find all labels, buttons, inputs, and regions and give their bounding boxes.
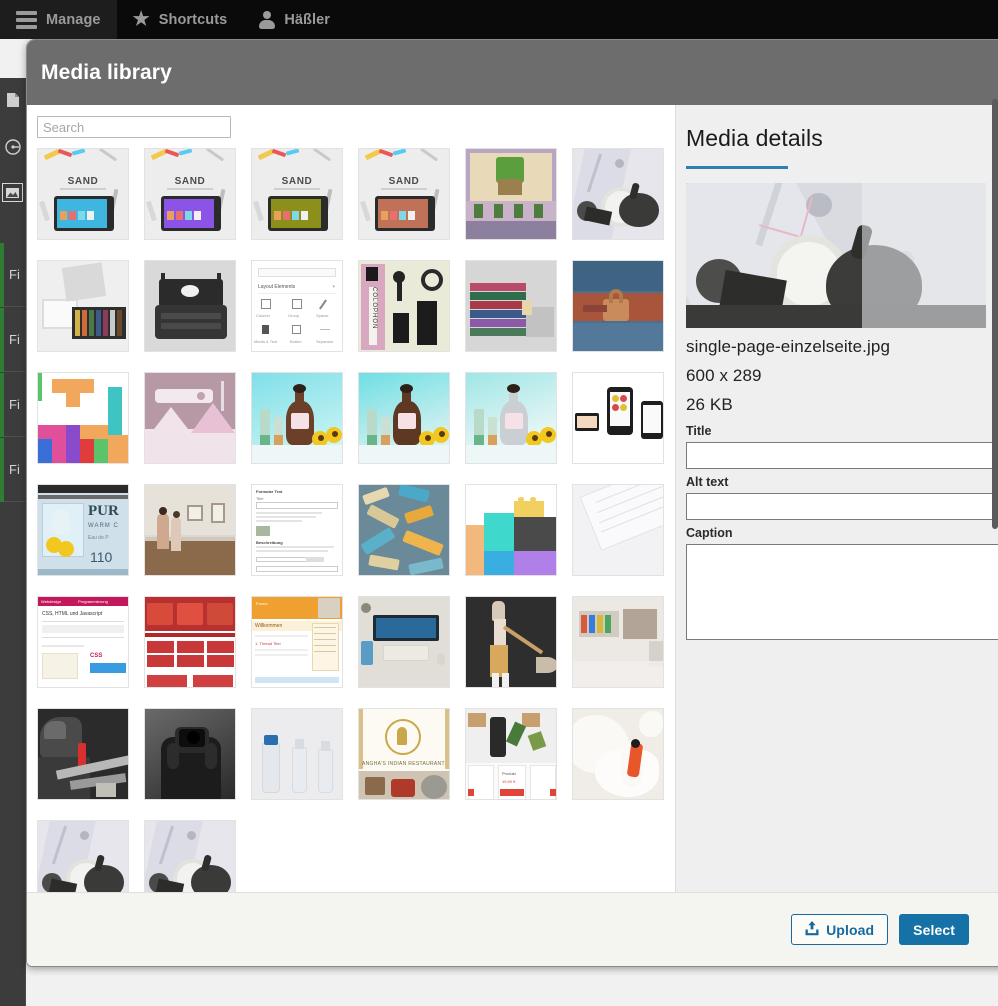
caption-label: Caption — [686, 526, 733, 540]
status-bar — [0, 373, 4, 437]
media-details-heading: Media details — [686, 125, 823, 151]
media-thumbnail[interactable] — [144, 372, 236, 464]
media-thumbnail[interactable] — [572, 148, 664, 240]
page-title: Media library — [41, 60, 172, 84]
scrollbar-thumb[interactable] — [992, 99, 998, 529]
status-bar — [0, 438, 4, 502]
star-icon: ★ — [132, 9, 150, 30]
status-bar — [0, 243, 4, 307]
media-thumbnail[interactable] — [251, 372, 343, 464]
page-icon[interactable] — [4, 91, 22, 109]
media-details-pane: Media details single-page-einzelseite.jp… — [675, 105, 998, 933]
media-thumbnail[interactable]: Formular Text Titel Beschreibung — [251, 484, 343, 576]
media-thumbnail[interactable]: SAND — [144, 148, 236, 240]
media-grid-pane: SAND SAND — [27, 105, 675, 933]
status-bar — [0, 308, 4, 372]
globe-icon[interactable] — [4, 138, 22, 156]
media-thumbnail[interactable] — [465, 148, 557, 240]
alt-text-label: Alt text — [686, 475, 729, 489]
adminbar-item-manage[interactable]: Manage — [0, 0, 117, 39]
alt-text-field[interactable] — [686, 493, 998, 520]
media-preview-image — [686, 183, 986, 328]
adminbar-item-label: Manage — [46, 11, 101, 28]
media-thumbnail[interactable]: Webdesign Programmierung CSS, HTML und J… — [37, 596, 129, 688]
dialog-footer: Upload Select — [27, 892, 998, 966]
list-item[interactable]: Fi — [0, 438, 26, 502]
adminbar-item-user[interactable]: Häßler — [243, 0, 346, 39]
adminbar-item-label: Häßler — [284, 11, 331, 28]
title-label: Title — [686, 424, 712, 438]
media-thumbnail[interactable]: Forum Willkommen 1. Thread Titel — [251, 596, 343, 688]
list-item-label: Fi — [9, 267, 20, 282]
list-item-label: Fi — [9, 397, 20, 412]
dialog-body: SAND SAND — [27, 105, 998, 933]
media-thumbnail[interactable]: Produkt 19,90 € — [465, 708, 557, 800]
adminbar-item-label: Shortcuts — [158, 11, 228, 28]
media-thumbnail[interactable] — [465, 484, 557, 576]
media-thumbnail[interactable] — [358, 484, 450, 576]
list-item-label: Fi — [9, 332, 20, 347]
upload-button[interactable]: Upload — [791, 914, 889, 945]
media-thumbnail[interactable] — [465, 596, 557, 688]
select-button-label: Select — [913, 921, 955, 938]
list-item[interactable]: Fi — [0, 308, 26, 372]
media-filename: single-page-einzelseite.jpg — [686, 337, 890, 356]
select-button[interactable]: Select — [899, 914, 969, 945]
title-field[interactable] — [686, 442, 998, 469]
media-thumbnail[interactable] — [37, 708, 129, 800]
media-library-dialog: Media library SAND — [26, 39, 998, 967]
list-item-label: Fi — [9, 462, 20, 477]
media-dimensions: 600 x 289 — [686, 366, 762, 385]
media-thumbnail[interactable] — [37, 372, 129, 464]
media-thumbnail[interactable]: SAND — [358, 148, 450, 240]
hamburger-icon — [16, 8, 37, 32]
media-thumbnail[interactable] — [37, 260, 129, 352]
list-item[interactable]: Fi — [0, 243, 26, 307]
media-thumbnail[interactable] — [572, 708, 664, 800]
list-item[interactable]: Fi — [0, 373, 26, 437]
image-icon[interactable] — [2, 183, 23, 202]
media-filesize: 26 KB — [686, 395, 733, 414]
media-thumbnail[interactable]: PUR WARM C Eau de P 110 — [37, 484, 129, 576]
upload-button-label: Upload — [826, 921, 875, 938]
media-thumbnail[interactable] — [144, 596, 236, 688]
upload-icon — [805, 920, 819, 939]
media-thumbnail[interactable] — [144, 484, 236, 576]
media-thumbnail[interactable] — [358, 596, 450, 688]
media-thumbnail[interactable] — [572, 596, 664, 688]
media-thumbnail[interactable] — [144, 708, 236, 800]
dialog-header: Media library — [27, 40, 998, 105]
media-thumbnail[interactable] — [572, 260, 664, 352]
adminbar-item-shortcuts[interactable]: ★ Shortcuts — [117, 0, 244, 39]
media-thumbnail-grid: SAND SAND SAND SAND Layout Elements ▾ Co… — [37, 148, 665, 912]
media-thumbnail[interactable] — [358, 372, 450, 464]
media-thumbnail[interactable]: SAND — [37, 148, 129, 240]
accent-divider — [686, 166, 788, 169]
admin-bar: Manage ★ Shortcuts Häßler — [0, 0, 998, 39]
media-thumbnail[interactable]: COLOPHON — [358, 260, 450, 352]
user-icon — [259, 11, 276, 29]
media-thumbnail[interactable] — [572, 372, 664, 464]
media-thumbnail[interactable] — [572, 484, 664, 576]
media-thumbnail[interactable] — [144, 260, 236, 352]
media-thumbnail[interactable] — [465, 372, 557, 464]
media-thumbnail[interactable]: ANGHA'S INDIAN RESTAURANT — [358, 708, 450, 800]
media-thumbnail[interactable] — [251, 708, 343, 800]
search-input[interactable] — [37, 116, 231, 138]
media-thumbnail[interactable] — [465, 260, 557, 352]
media-thumbnail[interactable]: SAND — [251, 148, 343, 240]
page-scrollbar[interactable] — [992, 39, 998, 967]
caption-field[interactable] — [686, 544, 998, 640]
admin-side-rail: Fi Fi Fi Fi — [0, 78, 26, 1006]
media-thumbnail[interactable]: Layout Elements ▾ Column Group Spacer Me… — [251, 260, 343, 352]
